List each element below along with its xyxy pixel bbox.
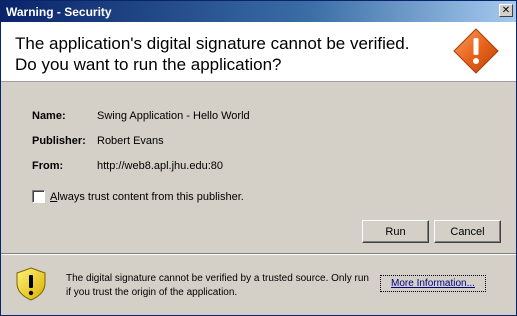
security-warning-dialog: Warning - Security ✕ The application's d… bbox=[0, 0, 517, 316]
always-trust-checkbox[interactable] bbox=[32, 190, 45, 203]
cancel-button[interactable]: Cancel bbox=[434, 220, 501, 243]
run-button[interactable]: Run bbox=[362, 220, 429, 243]
headline-line-2: Do you want to run the application? bbox=[15, 55, 282, 74]
dialog-footer: The digital signature cannot be verified… bbox=[1, 255, 516, 315]
from-value: http://web8.apl.jhu.edu:80 bbox=[97, 160, 223, 172]
always-trust-label[interactable]: Always trust content from this publisher… bbox=[50, 191, 244, 203]
always-trust-label-text: lways trust content from this publisher. bbox=[57, 190, 244, 203]
dialog-header: The application's digital signature cann… bbox=[1, 22, 516, 82]
name-label: Name: bbox=[32, 110, 66, 122]
close-icon: ✕ bbox=[501, 4, 511, 16]
always-trust-option[interactable]: Always trust content from this publisher… bbox=[32, 190, 244, 203]
name-row: Name: Swing Application - Hello World bbox=[32, 110, 250, 122]
publisher-label: Publisher: bbox=[32, 135, 86, 147]
window-title: Warning - Security bbox=[6, 4, 112, 19]
publisher-value: Robert Evans bbox=[97, 135, 164, 147]
more-information-link[interactable]: More Information... bbox=[380, 275, 486, 292]
headline: The application's digital signature cann… bbox=[15, 33, 410, 75]
name-value: Swing Application - Hello World bbox=[97, 110, 250, 122]
warning-diamond-icon bbox=[453, 28, 499, 74]
shield-warning-icon bbox=[16, 267, 46, 301]
close-button[interactable]: ✕ bbox=[499, 4, 513, 17]
footer-message: The digital signature cannot be verified… bbox=[66, 273, 369, 298]
headline-line-1: The application's digital signature cann… bbox=[15, 34, 410, 53]
from-row: From: http://web8.apl.jhu.edu:80 bbox=[32, 160, 223, 172]
publisher-row: Publisher: Robert Evans bbox=[32, 135, 164, 147]
title-bar[interactable]: Warning - Security ✕ bbox=[1, 1, 516, 22]
from-label: From: bbox=[32, 160, 64, 172]
